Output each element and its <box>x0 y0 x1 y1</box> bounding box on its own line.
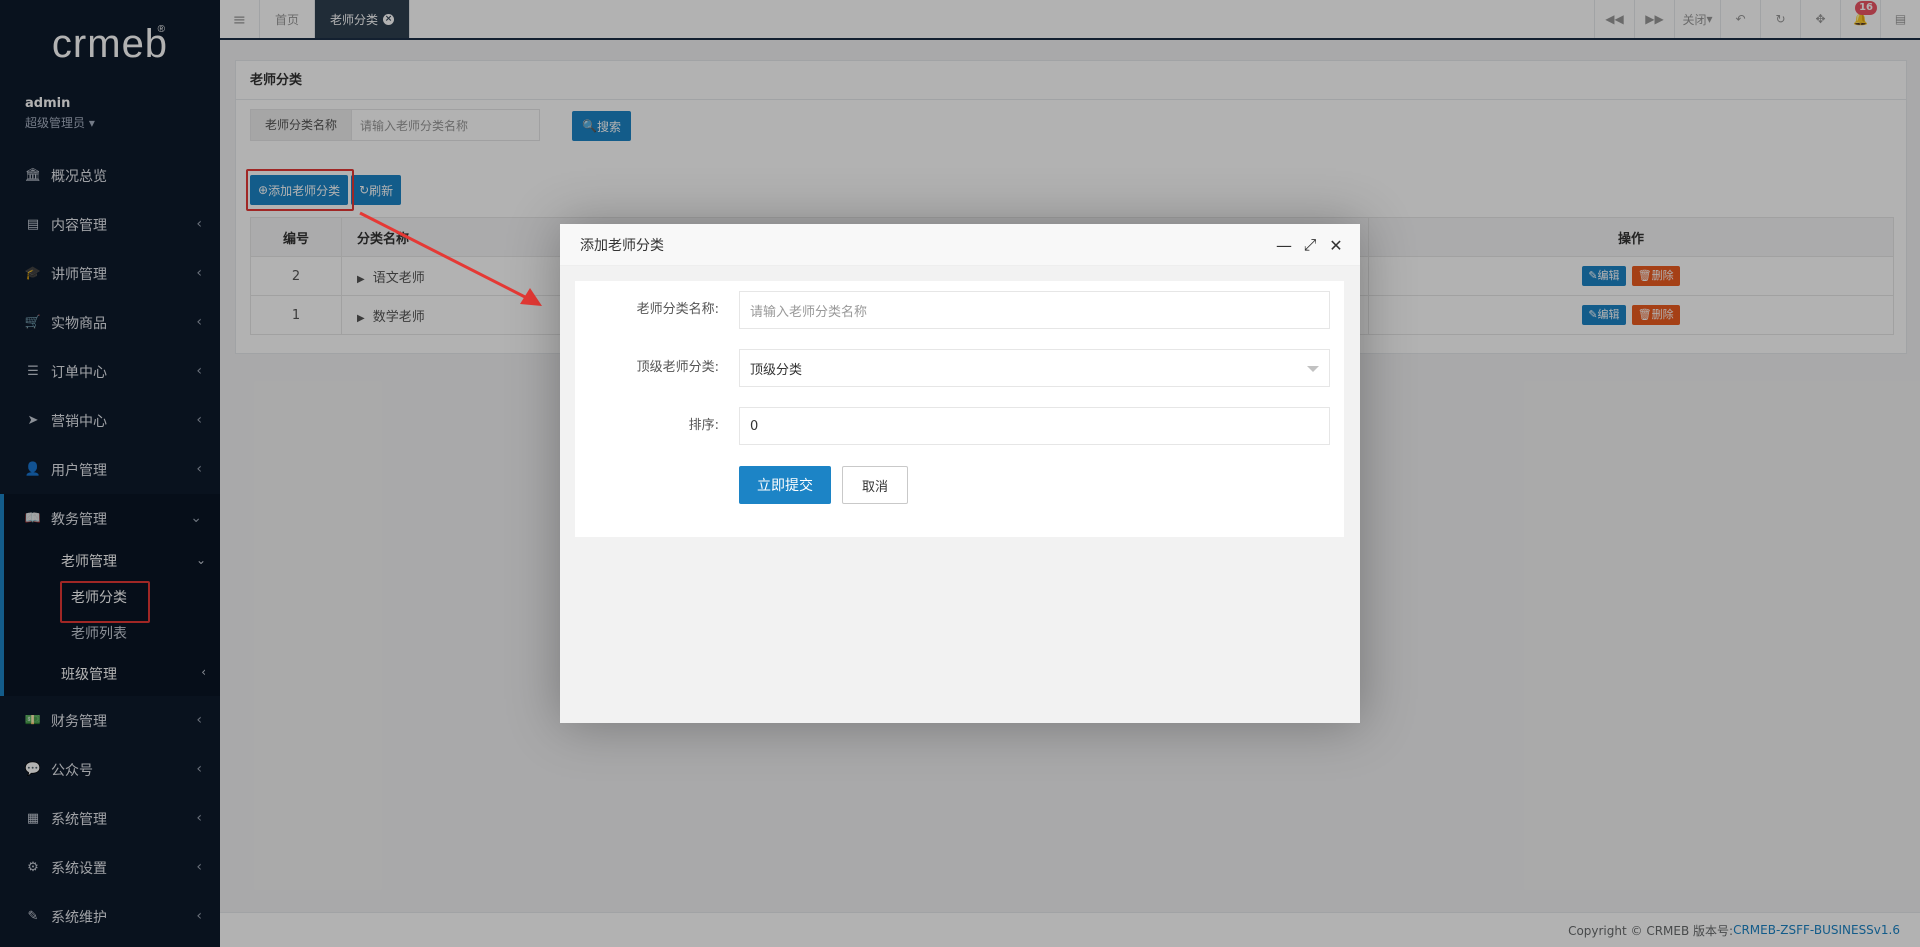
dropdown-caret-icon <box>1307 366 1319 372</box>
dialog-controls: — ⤢ ✕ <box>1268 235 1346 255</box>
sort-label: 排序: <box>688 418 719 433</box>
category-name-input[interactable]: 请输入老师分类名称 <box>739 291 1330 329</box>
cancel-button[interactable]: 取消 <box>842 466 908 504</box>
parent-category-select[interactable]: 顶级分类 <box>739 349 1330 387</box>
form-row-parent: 顶级老师分类: 顶级分类 <box>575 349 1344 387</box>
maximize-icon[interactable]: ⤢ <box>1300 235 1320 255</box>
parent-label: 顶级老师分类: <box>636 360 719 375</box>
form-row-sort: 排序: 0 <box>575 407 1344 445</box>
add-category-dialog: 添加老师分类 — ⤢ ✕ 老师分类名称: 请输入老师分类名称 顶级老师分类: 顶… <box>560 224 1360 723</box>
sort-input[interactable]: 0 <box>739 407 1330 445</box>
dialog-header: 添加老师分类 — ⤢ ✕ <box>560 224 1360 266</box>
minimize-icon[interactable]: — <box>1274 235 1294 255</box>
dialog-title: 添加老师分类 <box>580 237 664 254</box>
dialog-form: 老师分类名称: 请输入老师分类名称 顶级老师分类: 顶级分类 排序: 0 立即提… <box>575 281 1344 537</box>
parent-category-value: 顶级分类 <box>750 362 803 378</box>
close-icon[interactable]: ✕ <box>1326 235 1346 255</box>
form-row-name: 老师分类名称: 请输入老师分类名称 <box>575 291 1344 329</box>
name-label: 老师分类名称: <box>636 302 719 317</box>
submit-button[interactable]: 立即提交 <box>739 466 831 504</box>
